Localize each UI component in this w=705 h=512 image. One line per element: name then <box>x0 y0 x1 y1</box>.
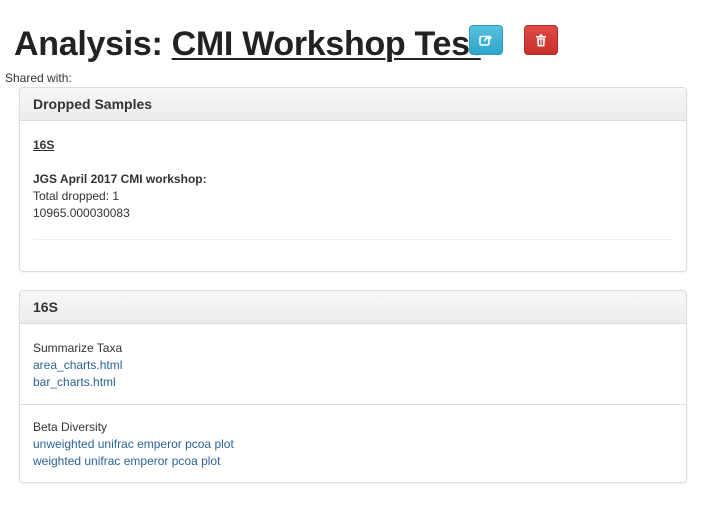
unweighted-unifrac-link[interactable]: unweighted unifrac emperor pcoa plot <box>33 437 234 451</box>
weighted-unifrac-link[interactable]: weighted unifrac emperor pcoa plot <box>33 454 220 468</box>
area-charts-link[interactable]: area_charts.html <box>33 358 122 372</box>
page-title: Analysis: CMI Workshop Test <box>14 22 481 66</box>
dropped-samples-panel: Dropped Samples 16S JGS April 2017 CMI w… <box>19 87 687 272</box>
share-icon <box>479 35 493 46</box>
dropped-sample-id: 10965.000030083 <box>33 206 130 220</box>
analysis-name-link[interactable]: CMI Workshop Test <box>172 22 481 66</box>
divider <box>33 239 673 240</box>
section-divider <box>20 404 686 405</box>
panel-heading: 16S <box>20 291 686 324</box>
share-button[interactable] <box>469 25 503 55</box>
study-title: JGS April 2017 CMI workshop: <box>33 172 207 186</box>
section-title: Beta Diversity <box>33 420 108 434</box>
bar-charts-link[interactable]: bar_charts.html <box>33 375 116 389</box>
shared-with-label: Shared with: <box>5 71 72 85</box>
group-label: 16S <box>33 138 55 152</box>
total-dropped: Total dropped: 1 <box>33 189 120 203</box>
trash-icon <box>536 34 546 46</box>
title-prefix: Analysis: <box>14 25 172 63</box>
section-title: Summarize Taxa <box>33 341 123 355</box>
delete-button[interactable] <box>524 25 558 55</box>
results-panel: 16S Summarize Taxa area_charts.html bar_… <box>19 290 687 483</box>
panel-heading: Dropped Samples <box>20 88 686 121</box>
